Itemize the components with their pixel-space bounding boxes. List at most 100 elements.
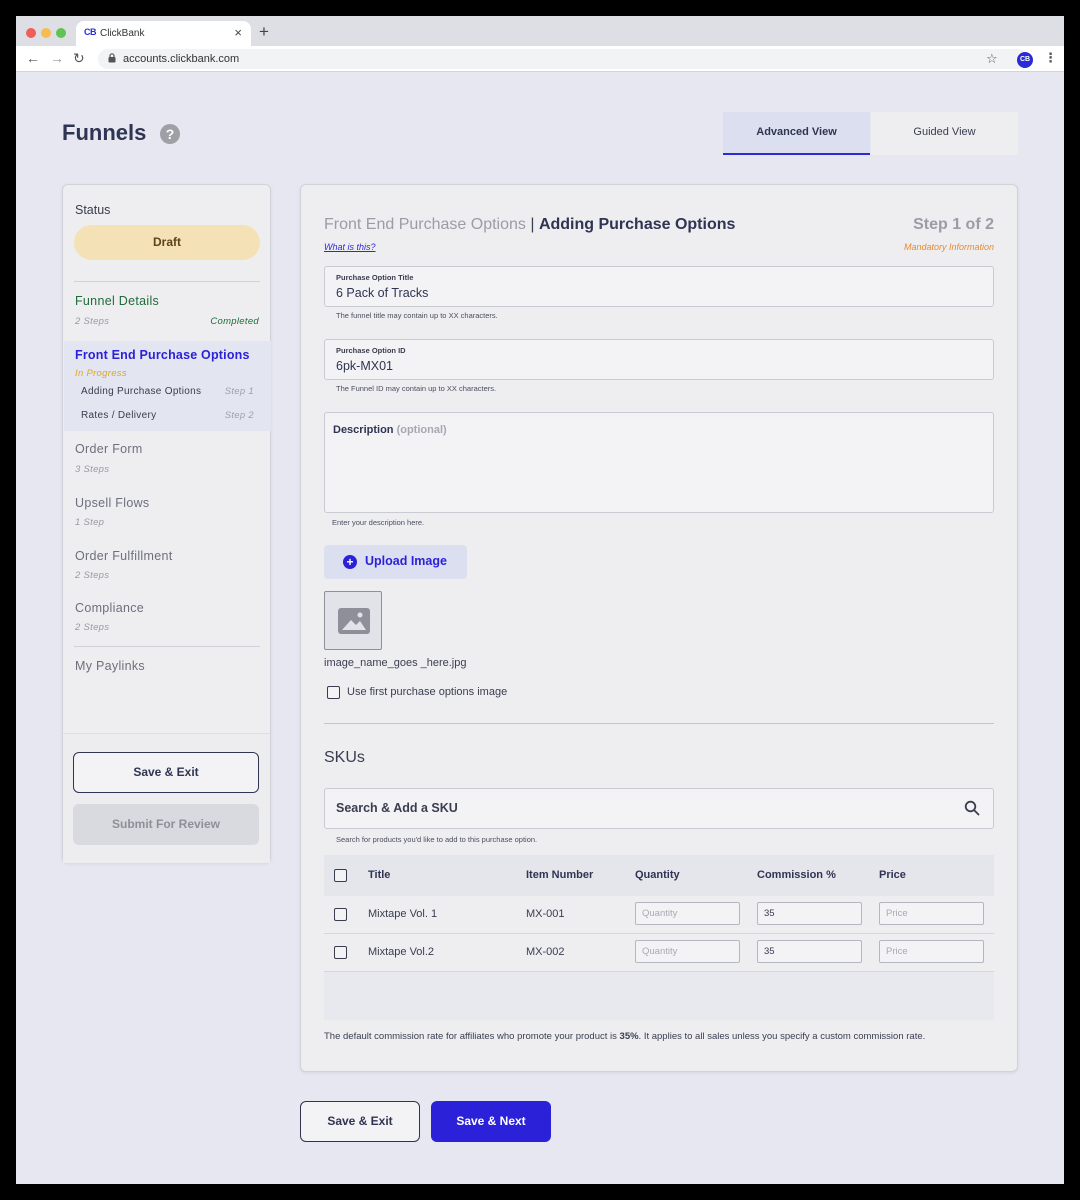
sidebar-item-funnel-details[interactable]: Funnel Details (75, 294, 159, 308)
upload-image-button[interactable]: + Upload Image (324, 545, 467, 579)
row-title: Mixtape Vol.2 (368, 946, 435, 958)
column-header-item-number[interactable]: Item Number (526, 869, 593, 881)
purchase-option-id-field[interactable]: Purchase Option ID 6pk-MX01 (324, 339, 994, 380)
panel-title-separator: | (525, 216, 539, 233)
submit-for-review-button[interactable]: Submit For Review (73, 804, 259, 845)
row-item-number: MX-002 (526, 946, 565, 958)
close-window-icon[interactable] (26, 28, 36, 38)
column-header-title[interactable]: Title (368, 869, 390, 881)
status-label: Status (75, 203, 111, 217)
purchase-option-title-value[interactable]: 6 Pack of Tracks (336, 286, 428, 300)
section-divider (324, 723, 994, 724)
column-header-commission[interactable]: Commission % (757, 869, 836, 881)
sidebar-item-order-form[interactable]: Order Form (75, 442, 143, 456)
new-tab-icon[interactable]: + (259, 22, 269, 42)
minimize-window-icon[interactable] (41, 28, 51, 38)
page-title: Funnels (62, 120, 147, 145)
description-label-text: Description (333, 424, 394, 436)
panel-title-section: Front End Purchase Options (324, 216, 526, 233)
panel-title-step: Adding Purchase Options (538, 216, 736, 233)
sidebar-item-front-end-purchase-options[interactable]: Front End Purchase Options (75, 348, 250, 362)
note-text: . It applies to all sales unless you spe… (638, 1031, 926, 1042)
sidebar-item-sub: 1 Step (75, 517, 105, 528)
sidebar-item-my-paylinks[interactable]: My Paylinks (75, 659, 145, 673)
commission-input[interactable]: 35 (757, 902, 862, 925)
search-icon[interactable] (964, 800, 980, 816)
price-input[interactable]: Price (879, 902, 984, 925)
sidebar-item-sub: 2 Steps (75, 622, 110, 633)
forward-icon[interactable]: → (50, 50, 64, 66)
step-indicator: Step 1 of 2 (913, 216, 994, 233)
tab-close-icon[interactable]: × (234, 25, 242, 40)
sku-table-header: Title Item Number Quantity Commission % … (324, 855, 994, 896)
sidebar-item-order-fulfillment[interactable]: Order Fulfillment (75, 549, 172, 563)
url-field[interactable]: accounts.clickbank.com (98, 49, 1028, 69)
column-header-quantity[interactable]: Quantity (635, 869, 680, 881)
reload-icon[interactable]: ↻ (73, 50, 85, 67)
use-first-image-label[interactable]: Use first purchase options image (347, 686, 507, 698)
sidebar-actions: Save & Exit Submit For Review (63, 733, 270, 863)
panel-title: Front End Purchase Options | Adding Purc… (324, 216, 735, 234)
sidebar-item-sub: 3 Steps (75, 464, 110, 475)
tab-title: ClickBank (100, 28, 145, 39)
note-text: The default commission rate for affiliat… (324, 1031, 620, 1042)
field-hint: The funnel title may contain up to XX ch… (336, 311, 498, 320)
use-first-image-checkbox[interactable] (327, 686, 340, 699)
purchase-option-id-value[interactable]: 6pk-MX01 (336, 359, 393, 373)
quantity-input[interactable]: Quantity (635, 902, 740, 925)
default-commission-rate: 35% (619, 1031, 639, 1042)
price-input[interactable]: Price (879, 940, 984, 963)
image-thumbnail[interactable] (324, 591, 382, 650)
profile-avatar[interactable]: CB (1017, 52, 1033, 68)
table-row: Mixtape Vol. 1 MX-001 Quantity 35 Price (324, 896, 994, 934)
sidebar-step-rates-delivery[interactable]: Rates / Delivery (81, 410, 156, 421)
guided-view-tab[interactable]: Guided View (871, 112, 1018, 155)
browser-tab[interactable]: CB ClickBank × (76, 21, 251, 46)
table-footer (324, 972, 994, 1020)
field-hint: Search for products you'd like to add to… (336, 835, 538, 844)
image-file-name: image_name_goes _here.jpg (324, 657, 467, 669)
commission-note: The default commission rate for affiliat… (324, 1031, 925, 1042)
view-toggle: Advanced View Guided View (723, 112, 1018, 155)
bookmark-star-icon[interactable]: ☆ (986, 51, 998, 67)
browser-menu-icon[interactable]: ⋮ (1044, 50, 1057, 66)
quantity-input[interactable]: Quantity (635, 940, 740, 963)
column-header-price[interactable]: Price (879, 869, 906, 881)
sidebar-item-upsell-flows[interactable]: Upsell Flows (75, 496, 149, 510)
row-title: Mixtape Vol. 1 (368, 908, 438, 920)
purchase-option-title-field[interactable]: Purchase Option Title 6 Pack of Tracks (324, 266, 994, 307)
field-label: Purchase Option ID (336, 346, 406, 355)
description-textarea[interactable]: Description (optional) (324, 412, 994, 513)
tab-bar: CB ClickBank × + (16, 16, 1064, 46)
url-text: accounts.clickbank.com (123, 53, 240, 65)
save-next-button[interactable]: Save & Next (431, 1101, 551, 1142)
commission-input[interactable]: 35 (757, 940, 862, 963)
sidebar-item-sub: 2 Steps (75, 316, 110, 327)
in-progress-label: In Progress (75, 368, 127, 379)
skus-heading: SKUs (324, 749, 365, 766)
plus-circle-icon: + (343, 555, 357, 569)
browser-window: CB ClickBank × + ← → ↻ accounts.clickban… (16, 16, 1064, 1184)
sku-search-input[interactable]: Search & Add a SKU (324, 788, 994, 829)
save-exit-button[interactable]: Save & Exit (300, 1101, 420, 1142)
maximize-window-icon[interactable] (56, 28, 66, 38)
what-is-this-link[interactable]: What is this? (324, 242, 376, 252)
upload-image-label: Upload Image (365, 554, 447, 568)
optional-tag: (optional) (396, 424, 447, 436)
sidebar-divider (74, 281, 260, 282)
row-checkbox[interactable] (334, 946, 347, 959)
advanced-view-tab[interactable]: Advanced View (723, 112, 870, 155)
step-number: Step 2 (224, 410, 254, 421)
help-icon[interactable]: ? (160, 124, 180, 144)
completed-badge: Completed (210, 316, 259, 327)
sidebar-item-compliance[interactable]: Compliance (75, 601, 144, 615)
field-hint: Enter your description here. (332, 518, 425, 527)
select-all-checkbox[interactable] (334, 869, 347, 882)
sidebar-step-adding-purchase-options[interactable]: Adding Purchase Options (81, 386, 201, 397)
table-row: Mixtape Vol.2 MX-002 Quantity 35 Price (324, 934, 994, 972)
sidebar-save-exit-button[interactable]: Save & Exit (73, 752, 259, 793)
row-item-number: MX-001 (526, 908, 565, 920)
description-label: Description (optional) (333, 424, 447, 436)
back-icon[interactable]: ← (26, 50, 40, 66)
row-checkbox[interactable] (334, 908, 347, 921)
